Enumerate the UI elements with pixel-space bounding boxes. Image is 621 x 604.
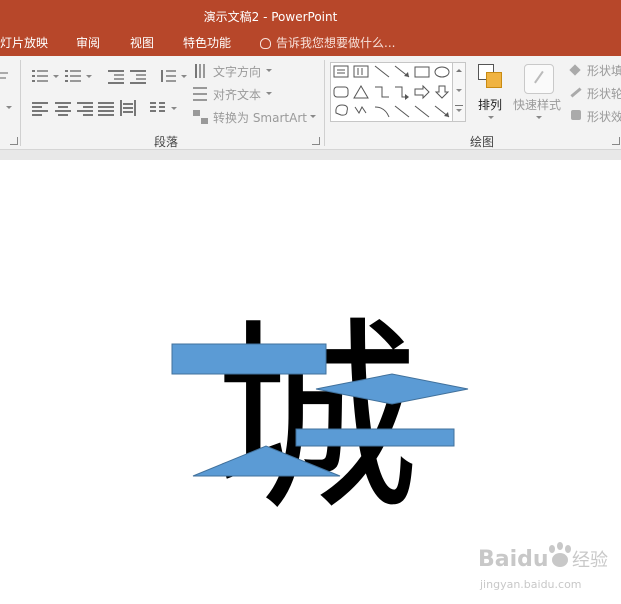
shape-effects-icon[interactable] <box>569 109 585 121</box>
chevron-down-icon[interactable] <box>181 75 187 78</box>
drawing-dialog-launcher[interactable] <box>612 137 620 145</box>
title-bar: 演示文稿2 - PowerPoint 灯片放映 审阅 视图 特色功能 告诉我您想… <box>0 0 621 56</box>
window-title: 演示文稿2 - PowerPoint <box>203 10 338 24</box>
group-separator <box>324 60 325 146</box>
slide-canvas[interactable]: 城 <box>0 160 621 604</box>
convert-smartart-button[interactable]: 转换为 SmartArt <box>213 109 307 126</box>
paragraph-dialog-launcher[interactable] <box>312 137 320 145</box>
textbox-icon[interactable] <box>333 65 349 78</box>
shapes-gallery-grid <box>333 65 450 118</box>
lightbulb-icon <box>260 38 271 49</box>
shapes-gallery <box>330 62 466 122</box>
shape-outline-button[interactable]: 形状轮 <box>587 85 621 102</box>
decrease-indent-icon[interactable] <box>108 70 124 84</box>
chevron-down-icon[interactable] <box>456 89 462 92</box>
increase-indent-icon[interactable] <box>130 70 146 84</box>
chevron-down-icon[interactable] <box>536 116 542 119</box>
arrow-line-icon[interactable] <box>394 65 410 78</box>
chevron-down-icon[interactable] <box>266 69 272 72</box>
tell-me-placeholder: 告诉我您想要做什么... <box>276 36 396 50</box>
freeform-icon[interactable] <box>335 104 348 116</box>
justify-icon[interactable] <box>98 102 114 116</box>
right-arrow-icon[interactable] <box>414 84 430 100</box>
slide-content: 城 <box>171 301 469 539</box>
elbow-connector-icon[interactable] <box>375 86 389 98</box>
align-center-icon[interactable] <box>55 102 71 116</box>
chevron-down-icon[interactable] <box>310 115 316 118</box>
oval-shape-icon[interactable] <box>434 66 450 78</box>
paint-bucket-icon[interactable] <box>569 64 585 76</box>
curve-shape-icon[interactable] <box>374 106 390 118</box>
format-painter-icon[interactable] <box>0 70 10 82</box>
chevron-down-icon[interactable] <box>266 92 272 95</box>
chevron-down-icon[interactable] <box>86 75 92 78</box>
vertical-textbox-icon[interactable] <box>353 65 369 78</box>
line-shape-icon[interactable] <box>394 105 410 118</box>
baidu-jingyan-watermark: Baidu 经验 jingyan.baidu.com <box>478 540 618 600</box>
scribble-icon[interactable] <box>354 106 367 114</box>
slide-pane-border <box>0 150 621 160</box>
ribbon: 文字方向 对齐文本 转换为 SmartArt 段落 绘图 排列 快速样式 形状填… <box>0 56 621 150</box>
watermark-brand: Baidu <box>478 547 549 572</box>
gallery-more-bar <box>455 105 463 106</box>
align-right-icon[interactable] <box>77 102 93 116</box>
font-dialog-launcher[interactable] <box>10 137 18 145</box>
chevron-up-icon[interactable] <box>456 69 462 72</box>
blue-rectangle-top[interactable] <box>171 343 327 375</box>
down-arrow-icon[interactable] <box>434 85 450 99</box>
tab-view[interactable]: 视图 <box>130 34 154 51</box>
rectangle-shape-icon[interactable] <box>414 66 430 78</box>
bullets-icon[interactable] <box>32 70 48 82</box>
arrange-icon[interactable] <box>478 64 502 88</box>
gallery-more-icon[interactable] <box>456 109 462 112</box>
watermark-cn: 经验 <box>572 550 608 571</box>
chevron-down-icon[interactable] <box>6 106 12 109</box>
blue-rectangle-middle[interactable] <box>295 428 455 447</box>
align-text-button[interactable]: 对齐文本 <box>213 86 261 103</box>
align-text-icon[interactable] <box>193 86 209 102</box>
quick-styles-button[interactable]: 快速样式 <box>513 96 561 113</box>
quick-styles-icon[interactable] <box>524 64 554 94</box>
slide-glyph-text[interactable]: 城 <box>214 301 419 539</box>
elbow-arrow-connector-icon[interactable] <box>395 86 409 100</box>
numbering-icon[interactable] <box>65 70 81 82</box>
columns-icon[interactable] <box>150 102 166 114</box>
tab-special-features[interactable]: 特色功能 <box>183 34 231 51</box>
chevron-down-icon[interactable] <box>53 75 59 78</box>
arrange-button[interactable]: 排列 <box>478 96 502 113</box>
triangle-shape-icon[interactable] <box>353 85 369 99</box>
line-shape-icon[interactable] <box>414 105 430 118</box>
line-shape-icon[interactable] <box>374 65 390 78</box>
text-direction-button[interactable]: 文字方向 <box>213 63 261 80</box>
line-spacing-icon[interactable] <box>160 70 176 82</box>
drawing-group-label: 绘图 <box>470 135 495 149</box>
shape-effects-button[interactable]: 形状效 <box>587 108 621 125</box>
distributed-icon[interactable] <box>120 100 136 116</box>
shape-fill-button[interactable]: 形状填 <box>587 62 621 79</box>
group-separator <box>20 60 21 146</box>
pencil-icon[interactable] <box>569 86 585 98</box>
arrow-line-icon[interactable] <box>434 105 450 118</box>
tell-me-search[interactable]: 告诉我您想要做什么... <box>260 34 395 51</box>
baidu-logo-icon: Baidu 经验 jingyan.baidu.com <box>478 542 608 591</box>
watermark-url: jingyan.baidu.com <box>479 578 582 591</box>
align-left-icon[interactable] <box>32 102 48 116</box>
text-direction-icon[interactable] <box>193 64 209 80</box>
tab-review[interactable]: 审阅 <box>76 34 100 51</box>
tab-slideshow[interactable]: 灯片放映 <box>0 34 48 51</box>
paragraph-group-label: 段落 <box>154 135 179 149</box>
smartart-icon[interactable] <box>193 109 209 125</box>
gallery-scrollbar[interactable] <box>452 62 466 122</box>
chevron-down-icon[interactable] <box>171 107 177 110</box>
chevron-down-icon[interactable] <box>488 116 494 119</box>
rounded-rectangle-icon[interactable] <box>333 86 349 98</box>
